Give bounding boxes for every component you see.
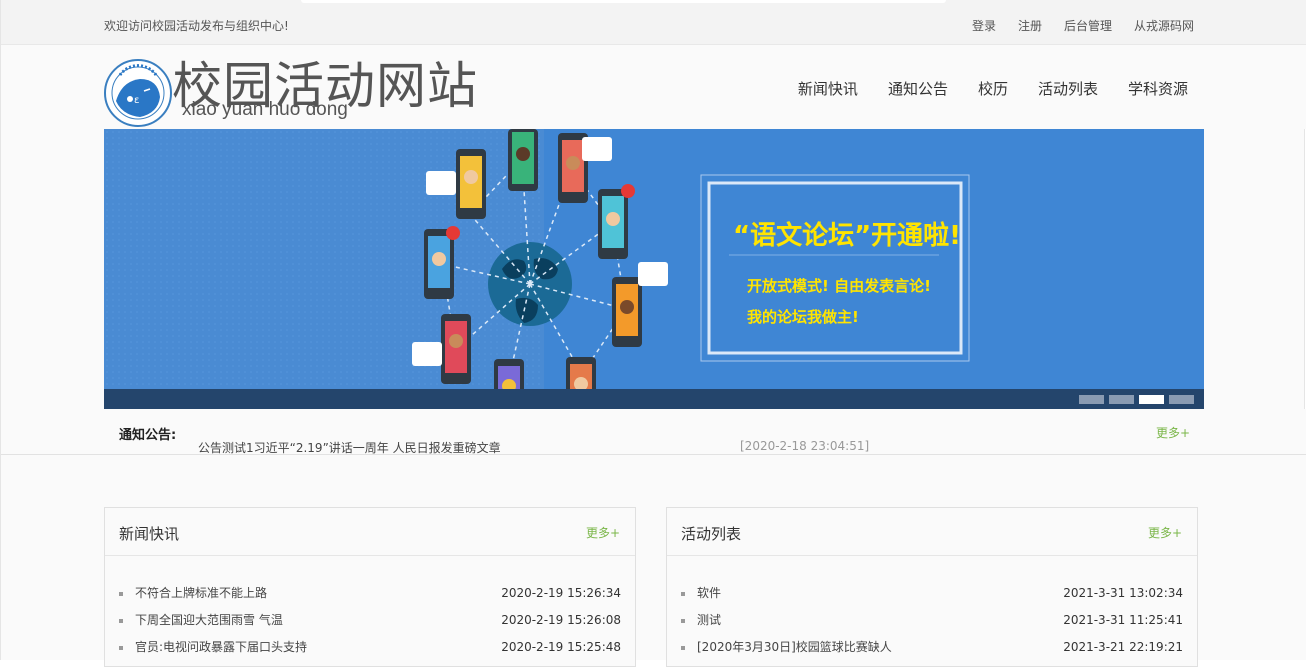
top-links: 登录 注册 后台管理 从戎源码网	[972, 17, 1194, 34]
nav-activities[interactable]: 活动列表	[1038, 78, 1098, 99]
list-item: 官员:电视问政暴露下届口头支持 2020-2-19 15:25:48	[119, 633, 621, 660]
activities-list: 软件 2021-3-31 13:02:34 测试 2021-3-31 11:25…	[681, 579, 1183, 660]
list-item: 下周全国迎大范围雨雪 气温 2020-2-19 15:26:08	[119, 606, 621, 633]
news-panel-header: 新闻快讯 更多+	[105, 508, 635, 556]
slide-dot-4[interactable]	[1169, 395, 1194, 404]
slide-indicators	[1079, 395, 1194, 404]
activity-item-title[interactable]: 测试	[681, 611, 721, 628]
notice-label: 通知公告:	[119, 428, 177, 443]
login-link[interactable]: 登录	[972, 17, 996, 34]
promo-line-2: 我的论坛我做主!	[747, 308, 859, 326]
activity-item-title[interactable]: [2020年3月30日]校园篮球比赛缺人	[681, 638, 892, 655]
list-item: [2020年3月30日]校园篮球比赛缺人 2021-3-21 22:19:21	[681, 633, 1183, 660]
news-item-title[interactable]: 下周全国迎大范围雨雪 气温	[119, 611, 283, 628]
activities-panel-header: 活动列表 更多+	[667, 508, 1197, 556]
slide-dot-3[interactable]	[1139, 395, 1164, 404]
news-panel-title: 新闻快讯	[119, 525, 180, 543]
activities-panel-title: 活动列表	[681, 525, 742, 543]
source-site-link[interactable]: 从戎源码网	[1134, 17, 1194, 34]
page: 欢迎访问校园活动发布与组织中心! 登录 注册 后台管理 从戎源码网 ε 校园活动…	[0, 0, 1306, 667]
main-nav: 新闻快讯 通知公告 校历 活动列表 学科资源	[798, 78, 1188, 99]
activity-item-date: 2021-3-31 11:25:41	[1063, 612, 1183, 627]
activity-item-date: 2021-3-31 13:02:34	[1063, 585, 1183, 600]
nav-news[interactable]: 新闻快讯	[798, 78, 858, 99]
list-item: 不符合上牌标准不能上路 2020-2-19 15:26:34	[119, 579, 621, 606]
admin-link[interactable]: 后台管理	[1064, 17, 1112, 34]
list-item: 软件 2021-3-31 13:02:34	[681, 579, 1183, 606]
nav-resources[interactable]: 学科资源	[1128, 78, 1188, 99]
browser-tab-indicator	[301, 0, 946, 3]
activity-item-title[interactable]: 软件	[681, 584, 721, 601]
activities-more-link[interactable]: 更多+	[1148, 524, 1182, 541]
school-logo-icon[interactable]: ε	[104, 59, 172, 127]
welcome-text: 欢迎访问校园活动发布与组织中心!	[104, 19, 289, 33]
news-more-link[interactable]: 更多+	[586, 524, 620, 541]
promo-line-1: 开放式模式! 自由发表言论!	[747, 277, 931, 295]
nav-calendar[interactable]: 校历	[978, 78, 1008, 99]
news-item-date: 2020-2-19 15:26:34	[501, 585, 621, 600]
hero-banner[interactable]: “语文论坛”开通啦! 开放式模式! 自由发表言论! 我的论坛我做主!	[104, 129, 1204, 409]
list-item: 测试 2021-3-31 11:25:41	[681, 606, 1183, 633]
news-item-date: 2020-2-19 15:26:08	[501, 612, 621, 627]
site-subtitle: xiao yuan huo dong	[182, 99, 348, 120]
nav-notices[interactable]: 通知公告	[888, 78, 948, 99]
slide-dot-2[interactable]	[1109, 395, 1134, 404]
notice-item-date: [2020-2-18 23:04:51]	[740, 439, 870, 453]
banner-illustration	[104, 129, 1204, 409]
news-list: 不符合上牌标准不能上路 2020-2-19 15:26:34 下周全国迎大范围雨…	[119, 579, 621, 660]
site-header: ε 校园活动网站 xiao yuan huo dong 新闻快讯 通知公告 校历…	[1, 45, 1306, 129]
register-link[interactable]: 注册	[1018, 17, 1042, 34]
notice-more-link[interactable]: 更多+	[1156, 424, 1190, 441]
content-area: 新闻快讯 更多+ 不符合上牌标准不能上路 2020-2-19 15:26:34 …	[1, 455, 1306, 667]
news-item-date: 2020-2-19 15:25:48	[501, 639, 621, 654]
news-item-title[interactable]: 不符合上牌标准不能上路	[119, 584, 267, 601]
promo-headline: “语文论坛”开通啦!	[733, 221, 962, 251]
top-bar: 欢迎访问校园活动发布与组织中心! 登录 注册 后台管理 从戎源码网	[1, 0, 1306, 45]
svg-text:ε: ε	[134, 95, 139, 106]
notice-item-title[interactable]: 公告测试1习近平“2.19”讲话一周年 人民日报发重磅文章	[198, 439, 501, 456]
banner-control-bar	[104, 389, 1204, 409]
activity-item-date: 2021-3-21 22:19:21	[1063, 639, 1183, 654]
news-item-title[interactable]: 官员:电视问政暴露下届口头支持	[119, 638, 307, 655]
notice-bar: 通知公告: 公告测试1习近平“2.19”讲话一周年 人民日报发重磅文章 [202…	[1, 409, 1306, 455]
news-panel: 新闻快讯 更多+ 不符合上牌标准不能上路 2020-2-19 15:26:34 …	[104, 507, 636, 667]
slide-dot-1[interactable]	[1079, 395, 1104, 404]
activities-panel: 活动列表 更多+ 软件 2021-3-31 13:02:34 测试 2021-3…	[666, 507, 1198, 667]
